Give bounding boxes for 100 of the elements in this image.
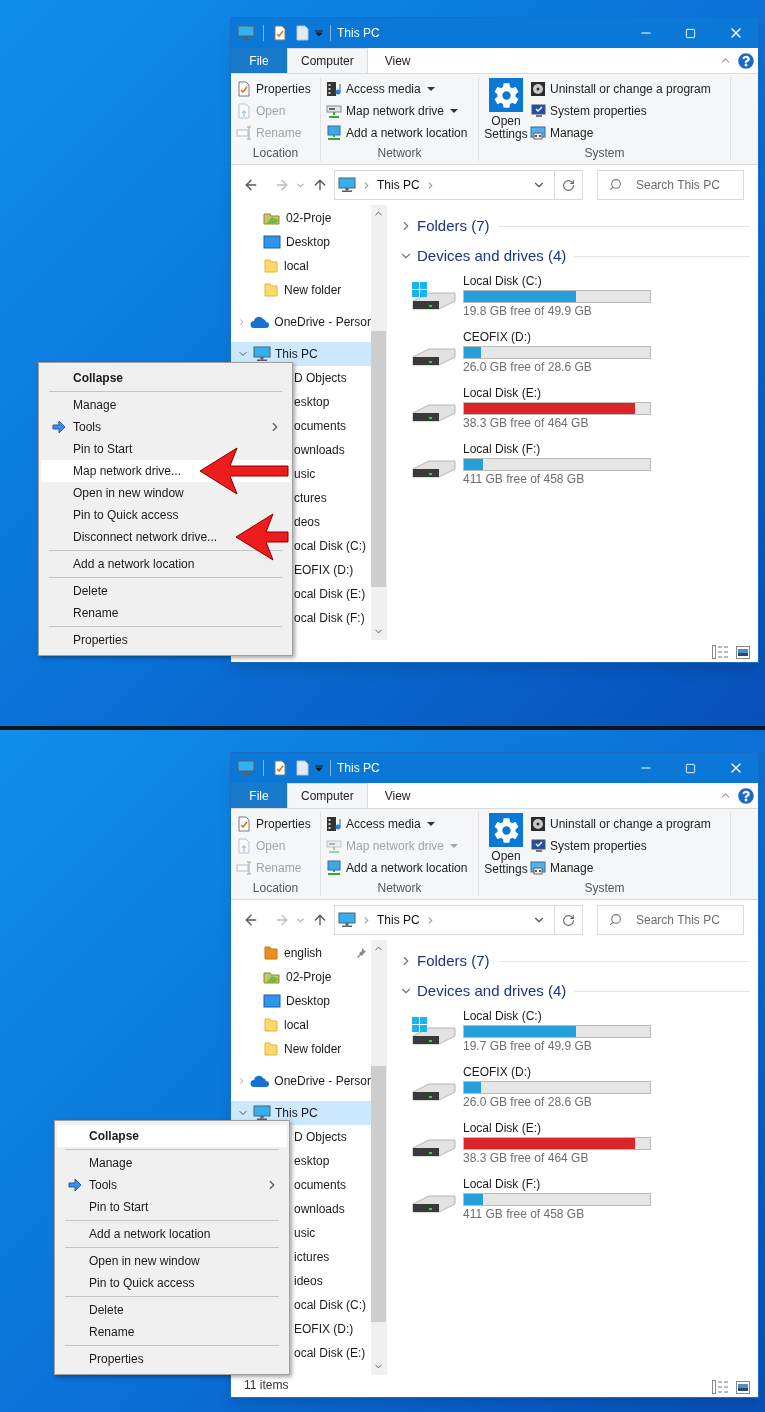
ribbon-command[interactable]: Uninstall or change a program [530, 78, 711, 100]
menu-item[interactable]: Disconnect network drive... [41, 526, 290, 548]
ribbon-command[interactable]: Map network drive [326, 100, 468, 122]
menu-item[interactable]: Tools [41, 416, 290, 438]
breadcrumb[interactable]: This PC [377, 176, 420, 194]
drive-name[interactable]: Local Disk (F:) [463, 1176, 651, 1192]
arrow-icon [51, 419, 67, 435]
nav-item[interactable]: New folder [231, 1037, 371, 1061]
ribbon-command[interactable]: Manage [530, 122, 711, 144]
group-header[interactable]: Folders (7) [387, 949, 490, 973]
drive-name[interactable]: Local Disk (E:) [463, 1120, 651, 1136]
menu-item[interactable]: Manage [57, 1152, 287, 1174]
menu-item[interactable]: Pin to Quick access [41, 504, 290, 526]
ribbon-command[interactable]: Access media [326, 813, 468, 835]
menu-item[interactable]: Delete [41, 580, 290, 602]
nav-item[interactable]: english [231, 941, 371, 965]
search-icon [609, 178, 622, 191]
caret-icon [314, 28, 324, 38]
ribbon-tab[interactable]: Computer [287, 783, 368, 808]
disc-icon [530, 816, 546, 832]
menu-item[interactable]: Rename [57, 1321, 287, 1343]
ribbon-tab[interactable]: Computer [287, 48, 368, 73]
drive-name[interactable]: Local Disk (C:) [463, 1008, 651, 1024]
cloud-icon [250, 1074, 271, 1088]
menu-item[interactable]: Delete [57, 1299, 287, 1321]
pin-icon [355, 947, 367, 959]
monitor-icon [253, 1105, 271, 1121]
nav-item[interactable]: New folder [231, 278, 371, 302]
help-icon[interactable] [738, 787, 754, 804]
group-header[interactable]: Devices and drives (4) [387, 244, 567, 268]
settings-icon [489, 78, 523, 112]
ribbon-command[interactable]: Access media [326, 78, 468, 100]
menu-item[interactable]: Properties [57, 1348, 287, 1370]
forward-icon[interactable] [274, 177, 290, 193]
drive-name[interactable]: CEOFIX (D:) [463, 1064, 651, 1080]
ribbon-command[interactable]: System properties [530, 100, 711, 122]
scrollbar[interactable] [371, 205, 386, 640]
nav-item[interactable]: This PC [231, 342, 371, 366]
help-icon[interactable] [738, 52, 754, 69]
ribbon-tab[interactable]: View [367, 48, 428, 73]
menu-item[interactable]: Tools [57, 1174, 287, 1196]
large-icons-view-icon [736, 1380, 750, 1394]
computer-manage-icon [530, 860, 546, 876]
network-drive-icon [326, 838, 342, 854]
menu-item[interactable]: Open in new window [41, 482, 290, 504]
ribbon-command[interactable]: Add a network location [326, 122, 468, 144]
menu-item[interactable]: Collapse [57, 1125, 287, 1147]
rename-icon [236, 125, 252, 141]
ribbon-command[interactable]: Properties [236, 78, 311, 100]
search-field[interactable]: Search This PC [597, 170, 744, 200]
ribbon-command[interactable]: Add a network location [326, 857, 468, 879]
nav-item[interactable]: OneDrive - Persor [231, 310, 371, 334]
drive-name[interactable]: Local Disk (C:) [463, 273, 651, 289]
group-header[interactable]: Devices and drives (4) [387, 979, 567, 1003]
ribbon-command[interactable]: Properties [236, 813, 311, 835]
search-field[interactable]: Search This PC [597, 905, 744, 935]
nav-item[interactable]: Desktop [231, 230, 371, 254]
menu-item[interactable]: Pin to Quick access [57, 1272, 287, 1294]
nav-item[interactable]: Desktop [231, 989, 371, 1013]
details-view-icon [712, 1380, 728, 1394]
monitor-check-icon [530, 838, 546, 854]
menu-item[interactable]: Add a network location [41, 553, 290, 575]
menu-item[interactable]: Manage [41, 394, 290, 416]
scrollbar[interactable] [371, 940, 386, 1375]
free-space-text: 38.3 GB free of 464 GB [463, 1150, 590, 1166]
address-bar[interactable]: This PC [334, 170, 583, 200]
ribbon-command[interactable]: Uninstall or change a program [530, 813, 711, 835]
breadcrumb[interactable]: This PC [377, 911, 420, 929]
menu-item[interactable]: Properties [41, 629, 290, 651]
ribbon-tab[interactable]: View [367, 783, 428, 808]
up-icon[interactable] [312, 912, 328, 928]
nav-item[interactable]: 02-Proje [231, 206, 371, 230]
nav-item[interactable]: This PC [231, 1101, 371, 1125]
menu-item[interactable]: Collapse [41, 367, 290, 389]
ribbon-command[interactable]: System properties [530, 835, 711, 857]
group-label: System [583, 880, 626, 897]
ribbon-tab[interactable]: File [231, 48, 287, 73]
drive-name[interactable]: Local Disk (F:) [463, 441, 651, 457]
back-icon[interactable] [243, 912, 259, 928]
drive-name[interactable]: Local Disk (E:) [463, 385, 651, 401]
menu-item[interactable]: Open in new window [57, 1250, 287, 1272]
menu-item[interactable]: Rename [41, 602, 290, 624]
network-location-icon [326, 125, 342, 141]
back-icon[interactable] [243, 177, 259, 193]
settings-button[interactable]: Open Settings [484, 813, 528, 879]
nav-item[interactable]: local [231, 1013, 371, 1037]
settings-button[interactable]: Open Settings [484, 78, 528, 144]
nav-item[interactable]: OneDrive - Persor [231, 1069, 371, 1093]
forward-icon[interactable] [274, 912, 290, 928]
menu-item[interactable]: Add a network location [57, 1223, 287, 1245]
nav-item[interactable]: 02-Proje [231, 965, 371, 989]
group-header[interactable]: Folders (7) [387, 214, 490, 238]
nav-item[interactable]: local [231, 254, 371, 278]
menu-item[interactable]: Pin to Start [57, 1196, 287, 1218]
menu-item[interactable]: Pin to Start [41, 438, 290, 460]
ribbon-command[interactable]: Manage [530, 857, 711, 879]
up-icon[interactable] [312, 177, 328, 193]
address-bar[interactable]: This PC [334, 905, 583, 935]
drive-name[interactable]: CEOFIX (D:) [463, 329, 651, 345]
ribbon-tab[interactable]: File [231, 783, 287, 808]
